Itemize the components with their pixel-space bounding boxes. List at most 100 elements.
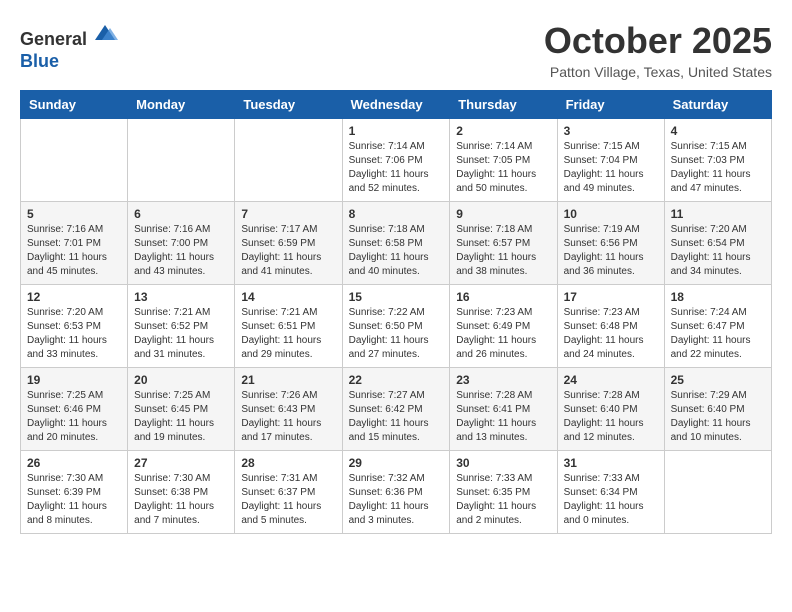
calendar-day-cell: 31 Sunrise: 7:33 AM Sunset: 6:34 PM Dayli… bbox=[557, 451, 664, 534]
day-info: Sunrise: 7:15 AM Sunset: 7:03 PM Dayligh… bbox=[671, 140, 765, 196]
logo-general: General bbox=[20, 29, 87, 49]
calendar-day-cell: 11 Sunrise: 7:20 AM Sunset: 6:54 PM Dayli… bbox=[664, 202, 771, 285]
day-number: 1 bbox=[349, 124, 444, 138]
day-number: 5 bbox=[27, 207, 121, 221]
day-info: Sunrise: 7:29 AM Sunset: 6:40 PM Dayligh… bbox=[671, 389, 765, 445]
calendar-day-cell bbox=[235, 119, 342, 202]
day-number: 16 bbox=[456, 290, 550, 304]
weekday-header: Saturday bbox=[664, 91, 771, 119]
day-info: Sunrise: 7:18 AM Sunset: 6:58 PM Dayligh… bbox=[349, 223, 444, 279]
calendar-day-cell: 5 Sunrise: 7:16 AM Sunset: 7:01 PM Daylig… bbox=[21, 202, 128, 285]
day-info: Sunrise: 7:25 AM Sunset: 6:46 PM Dayligh… bbox=[27, 389, 121, 445]
day-info: Sunrise: 7:33 AM Sunset: 6:34 PM Dayligh… bbox=[564, 472, 658, 528]
day-info: Sunrise: 7:32 AM Sunset: 6:36 PM Dayligh… bbox=[349, 472, 444, 528]
day-number: 17 bbox=[564, 290, 658, 304]
day-number: 3 bbox=[564, 124, 658, 138]
calendar-day-cell: 21 Sunrise: 7:26 AM Sunset: 6:43 PM Dayli… bbox=[235, 368, 342, 451]
day-info: Sunrise: 7:20 AM Sunset: 6:54 PM Dayligh… bbox=[671, 223, 765, 279]
day-info: Sunrise: 7:28 AM Sunset: 6:41 PM Dayligh… bbox=[456, 389, 550, 445]
day-info: Sunrise: 7:16 AM Sunset: 7:01 PM Dayligh… bbox=[27, 223, 121, 279]
day-info: Sunrise: 7:14 AM Sunset: 7:06 PM Dayligh… bbox=[349, 140, 444, 196]
calendar-day-cell: 28 Sunrise: 7:31 AM Sunset: 6:37 PM Dayli… bbox=[235, 451, 342, 534]
day-number: 26 bbox=[27, 456, 121, 470]
calendar-week-row: 5 Sunrise: 7:16 AM Sunset: 7:01 PM Daylig… bbox=[21, 202, 772, 285]
day-number: 27 bbox=[134, 456, 228, 470]
weekday-header: Sunday bbox=[21, 91, 128, 119]
calendar-day-cell: 15Sunrise: 7:22 AM Sunset: 6:50 PM Dayli… bbox=[342, 285, 450, 368]
day-number: 18 bbox=[671, 290, 765, 304]
day-number: 2 bbox=[456, 124, 550, 138]
day-info: Sunrise: 7:24 AM Sunset: 6:47 PM Dayligh… bbox=[671, 306, 765, 362]
day-number: 22 bbox=[349, 373, 444, 387]
calendar-week-row: 26Sunrise: 7:30 AM Sunset: 6:39 PM Dayli… bbox=[21, 451, 772, 534]
calendar-table: SundayMondayTuesdayWednesdayThursdayFrid… bbox=[20, 90, 772, 534]
calendar-day-cell: 27 Sunrise: 7:30 AM Sunset: 6:38 PM Dayli… bbox=[128, 451, 235, 534]
weekday-header-row: SundayMondayTuesdayWednesdayThursdayFrid… bbox=[21, 91, 772, 119]
calendar-day-cell: 26Sunrise: 7:30 AM Sunset: 6:39 PM Dayli… bbox=[21, 451, 128, 534]
day-number: 8 bbox=[349, 207, 444, 221]
day-info: Sunrise: 7:15 AM Sunset: 7:04 PM Dayligh… bbox=[564, 140, 658, 196]
day-number: 25 bbox=[671, 373, 765, 387]
day-info: Sunrise: 7:25 AM Sunset: 6:45 PM Dayligh… bbox=[134, 389, 228, 445]
weekday-header: Friday bbox=[557, 91, 664, 119]
calendar-week-row: 19 Sunrise: 7:25 AM Sunset: 6:46 PM Dayli… bbox=[21, 368, 772, 451]
day-info: Sunrise: 7:16 AM Sunset: 7:00 PM Dayligh… bbox=[134, 223, 228, 279]
day-number: 28 bbox=[241, 456, 335, 470]
calendar-day-cell: 14Sunrise: 7:21 AM Sunset: 6:51 PM Dayli… bbox=[235, 285, 342, 368]
calendar-day-cell: 10Sunrise: 7:19 AM Sunset: 6:56 PM Dayli… bbox=[557, 202, 664, 285]
title-block: October 2025 Patton Village, Texas, Unit… bbox=[544, 20, 772, 80]
month-title: October 2025 bbox=[544, 20, 772, 62]
location: Patton Village, Texas, United States bbox=[544, 64, 772, 80]
day-info: Sunrise: 7:28 AM Sunset: 6:40 PM Dayligh… bbox=[564, 389, 658, 445]
day-number: 30 bbox=[456, 456, 550, 470]
day-info: Sunrise: 7:30 AM Sunset: 6:38 PM Dayligh… bbox=[134, 472, 228, 528]
weekday-header: Thursday bbox=[450, 91, 557, 119]
day-info: Sunrise: 7:26 AM Sunset: 6:43 PM Dayligh… bbox=[241, 389, 335, 445]
logo-icon bbox=[90, 20, 120, 45]
day-info: Sunrise: 7:33 AM Sunset: 6:35 PM Dayligh… bbox=[456, 472, 550, 528]
calendar-day-cell: 24 Sunrise: 7:28 AM Sunset: 6:40 PM Dayli… bbox=[557, 368, 664, 451]
day-number: 23 bbox=[456, 373, 550, 387]
day-number: 29 bbox=[349, 456, 444, 470]
logo: General Blue bbox=[20, 20, 120, 72]
calendar-week-row: 12Sunrise: 7:20 AM Sunset: 6:53 PM Dayli… bbox=[21, 285, 772, 368]
day-number: 19 bbox=[27, 373, 121, 387]
logo-blue: Blue bbox=[20, 51, 59, 71]
day-number: 24 bbox=[564, 373, 658, 387]
calendar-day-cell: 3 Sunrise: 7:15 AM Sunset: 7:04 PM Daylig… bbox=[557, 119, 664, 202]
calendar-day-cell bbox=[664, 451, 771, 534]
calendar-week-row: 1 Sunrise: 7:14 AM Sunset: 7:06 PM Daylig… bbox=[21, 119, 772, 202]
weekday-header: Tuesday bbox=[235, 91, 342, 119]
calendar-day-cell: 30 Sunrise: 7:33 AM Sunset: 6:35 PM Dayli… bbox=[450, 451, 557, 534]
day-info: Sunrise: 7:31 AM Sunset: 6:37 PM Dayligh… bbox=[241, 472, 335, 528]
calendar-day-cell: 22 Sunrise: 7:27 AM Sunset: 6:42 PM Dayli… bbox=[342, 368, 450, 451]
day-info: Sunrise: 7:18 AM Sunset: 6:57 PM Dayligh… bbox=[456, 223, 550, 279]
calendar-day-cell bbox=[21, 119, 128, 202]
day-number: 10 bbox=[564, 207, 658, 221]
day-info: Sunrise: 7:22 AM Sunset: 6:50 PM Dayligh… bbox=[349, 306, 444, 362]
day-number: 9 bbox=[456, 207, 550, 221]
day-info: Sunrise: 7:27 AM Sunset: 6:42 PM Dayligh… bbox=[349, 389, 444, 445]
day-number: 31 bbox=[564, 456, 658, 470]
day-number: 11 bbox=[671, 207, 765, 221]
calendar-day-cell: 23 Sunrise: 7:28 AM Sunset: 6:41 PM Dayli… bbox=[450, 368, 557, 451]
calendar-day-cell: 17 Sunrise: 7:23 AM Sunset: 6:48 PM Dayli… bbox=[557, 285, 664, 368]
day-info: Sunrise: 7:23 AM Sunset: 6:48 PM Dayligh… bbox=[564, 306, 658, 362]
calendar-day-cell: 29 Sunrise: 7:32 AM Sunset: 6:36 PM Dayli… bbox=[342, 451, 450, 534]
calendar-day-cell bbox=[128, 119, 235, 202]
page-header: General Blue October 2025 Patton Village… bbox=[20, 20, 772, 80]
day-info: Sunrise: 7:23 AM Sunset: 6:49 PM Dayligh… bbox=[456, 306, 550, 362]
weekday-header: Monday bbox=[128, 91, 235, 119]
day-info: Sunrise: 7:21 AM Sunset: 6:51 PM Dayligh… bbox=[241, 306, 335, 362]
calendar-day-cell: 2 Sunrise: 7:14 AM Sunset: 7:05 PM Daylig… bbox=[450, 119, 557, 202]
calendar-day-cell: 1 Sunrise: 7:14 AM Sunset: 7:06 PM Daylig… bbox=[342, 119, 450, 202]
day-number: 12 bbox=[27, 290, 121, 304]
calendar-day-cell: 13Sunrise: 7:21 AM Sunset: 6:52 PM Dayli… bbox=[128, 285, 235, 368]
calendar-day-cell: 7Sunrise: 7:17 AM Sunset: 6:59 PM Daylig… bbox=[235, 202, 342, 285]
day-number: 20 bbox=[134, 373, 228, 387]
day-info: Sunrise: 7:14 AM Sunset: 7:05 PM Dayligh… bbox=[456, 140, 550, 196]
day-number: 13 bbox=[134, 290, 228, 304]
calendar-day-cell: 6Sunrise: 7:16 AM Sunset: 7:00 PM Daylig… bbox=[128, 202, 235, 285]
day-number: 21 bbox=[241, 373, 335, 387]
weekday-header: Wednesday bbox=[342, 91, 450, 119]
